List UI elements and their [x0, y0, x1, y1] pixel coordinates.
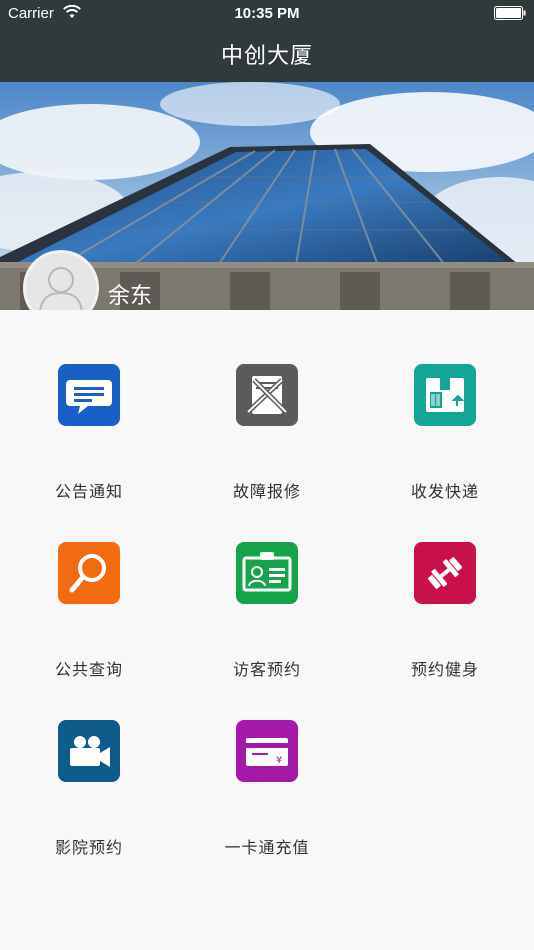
- service-notice[interactable]: 公告通知: [0, 310, 178, 501]
- service-repair[interactable]: 故障报修: [178, 310, 356, 501]
- user-name: 余东: [108, 284, 153, 309]
- visitor-badge-icon: [236, 542, 298, 604]
- search-icon: [58, 542, 120, 604]
- status-bar: Carrier 10:35 PM: [0, 0, 534, 28]
- status-time: 10:35 PM: [234, 5, 300, 22]
- services-grid: 公告通知 故障报修 收发快递 公共查询 访客预约 预约健身 影院预约 ¥ 一卡通…: [0, 310, 534, 950]
- page-title: 中创大厦: [220, 44, 313, 69]
- service-visitor[interactable]: 访客预约: [178, 488, 356, 679]
- svg-text:¥: ¥: [276, 755, 282, 766]
- service-label: 预约健身: [410, 660, 479, 679]
- video-camera-icon: [58, 720, 120, 782]
- service-card-recharge[interactable]: ¥ 一卡通充值: [178, 666, 356, 857]
- service-express[interactable]: 收发快递: [356, 310, 534, 501]
- service-label: 一卡通充值: [224, 838, 310, 857]
- service-public-query[interactable]: 公共查询: [0, 488, 178, 679]
- top-bar: Carrier 10:35 PM 中创大厦: [0, 0, 534, 82]
- service-label: 影院预约: [54, 838, 123, 857]
- dumbbell-icon: [414, 542, 476, 604]
- card-icon: ¥: [236, 720, 298, 782]
- service-fitness[interactable]: 预约健身: [356, 488, 534, 679]
- package-icon: [414, 364, 476, 426]
- app-screen: Carrier 10:35 PM 中创大厦 余东 公告通知 故障报修 收发快递 …: [0, 0, 534, 950]
- message-icon: [58, 364, 120, 426]
- battery-icon: [494, 6, 526, 20]
- repair-tools-icon: [236, 364, 298, 426]
- service-cinema[interactable]: 影院预约: [0, 666, 178, 857]
